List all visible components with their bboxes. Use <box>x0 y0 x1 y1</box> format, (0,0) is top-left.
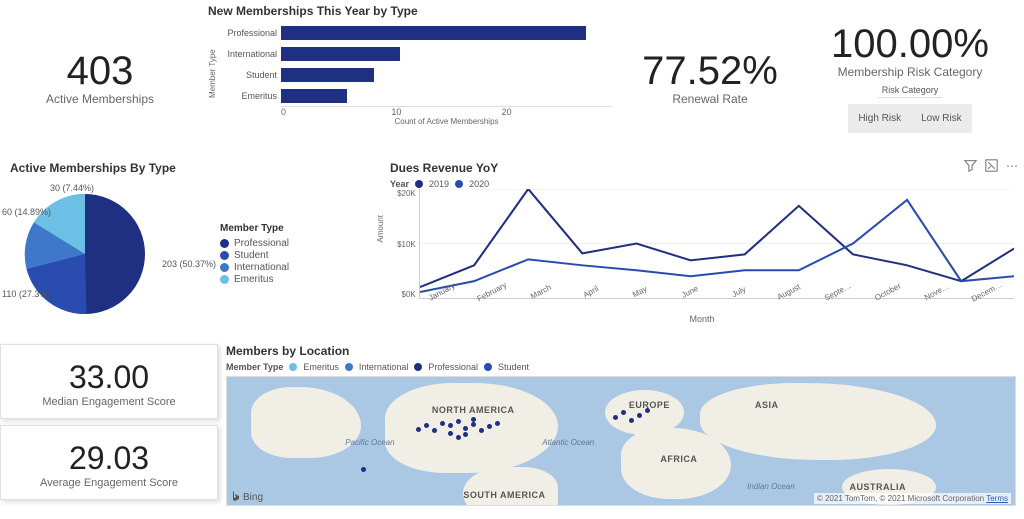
more-options-icon[interactable]: ⋯ <box>1006 159 1018 173</box>
map-members-by-location[interactable]: Members by Location Member Type Emeritus… <box>218 340 1024 519</box>
risk-slicer-title: Risk Category <box>878 83 943 98</box>
kpi-label: Renewal Rate <box>672 92 747 106</box>
kpi-renewal-rate: 77.52% Renewal Rate <box>620 0 800 155</box>
focus-mode-icon[interactable] <box>985 159 998 172</box>
card-average-engagement: 29.03 Average Engagement Score <box>0 425 218 500</box>
map-label: Indian Ocean <box>747 482 795 491</box>
chart-title: New Memberships This Year by Type <box>208 4 612 18</box>
map-label: AUSTRALIA <box>850 482 907 492</box>
filter-icon[interactable] <box>964 159 977 172</box>
kpi-value: 77.52% <box>642 49 778 94</box>
card-value: 33.00 <box>7 359 211 396</box>
x-axis-label: Count of Active Memberships <box>281 117 612 126</box>
card-label: Average Engagement Score <box>7 477 211 489</box>
x-axis-label: Month <box>390 314 1014 324</box>
kpi-value: 403 <box>67 49 134 94</box>
card-label: Median Engagement Score <box>7 396 211 408</box>
terms-link[interactable]: Terms <box>986 494 1008 503</box>
y-axis-label: Member Type <box>208 22 217 126</box>
kpi-label: Membership Risk Category <box>838 65 983 79</box>
bar-category: Student <box>217 70 281 80</box>
line-chart-dues-revenue[interactable]: Dues Revenue YoY ⋯ Year 2019 2020 $20K $… <box>380 155 1024 340</box>
line-legend: Year 2019 2020 <box>390 179 1014 189</box>
bing-icon <box>231 491 241 503</box>
bar-category: International <box>217 49 281 59</box>
y-axis-label: Amount <box>376 215 385 243</box>
pie-slice-label: 30 (7.44%) <box>50 183 94 193</box>
map-attribution: © 2021 TomTom, © 2021 Microsoft Corporat… <box>814 493 1011 504</box>
risk-high-button[interactable]: High Risk <box>848 104 911 133</box>
bar-category: Professional <box>217 28 281 38</box>
map-label: ASIA <box>755 400 779 410</box>
pie-legend: Member Type Professional Student Interna… <box>220 223 289 286</box>
kpi-risk-category: 100.00% Membership Risk Category Risk Ca… <box>800 0 1020 155</box>
map-label: NORTH AMERICA <box>432 405 515 415</box>
chart-title: Members by Location <box>226 344 1016 358</box>
pie-slice-label: 203 (50.37%) <box>162 259 216 269</box>
card-value: 29.03 <box>7 440 211 477</box>
card-median-engagement: 33.00 Median Engagement Score <box>0 344 218 419</box>
bing-logo: Bing <box>231 491 263 503</box>
bar-category: Emeritus <box>217 91 281 101</box>
pie-svg <box>10 179 160 329</box>
map-label: SOUTH AMERICA <box>463 490 545 500</box>
pie-slice-label: 110 (27.3%) <box>2 289 50 299</box>
kpi-label: Active Memberships <box>46 92 154 106</box>
map-legend: Member Type Emeritus International Profe… <box>226 362 1016 372</box>
kpi-value: 100.00% <box>831 22 989 67</box>
map-canvas[interactable]: NORTH AMERICA SOUTH AMERICA EUROPE AFRIC… <box>226 376 1016 506</box>
map-label: Pacific Ocean <box>345 438 394 447</box>
pie-chart-memberships-by-type[interactable]: Active Memberships By Type 30 (7.44%) 60… <box>0 155 380 340</box>
risk-low-button[interactable]: Low Risk <box>911 104 972 133</box>
chart-title: Active Memberships By Type <box>10 161 370 175</box>
bar-chart-new-memberships[interactable]: New Memberships This Year by Type Member… <box>200 0 620 126</box>
kpi-active-memberships: 403 Active Memberships <box>0 0 200 155</box>
map-label: AFRICA <box>660 454 697 464</box>
map-label: Atlantic Ocean <box>542 438 594 447</box>
chart-title: Dues Revenue YoY <box>390 161 498 175</box>
pie-slice-label: 60 (14.89%) <box>2 207 51 217</box>
